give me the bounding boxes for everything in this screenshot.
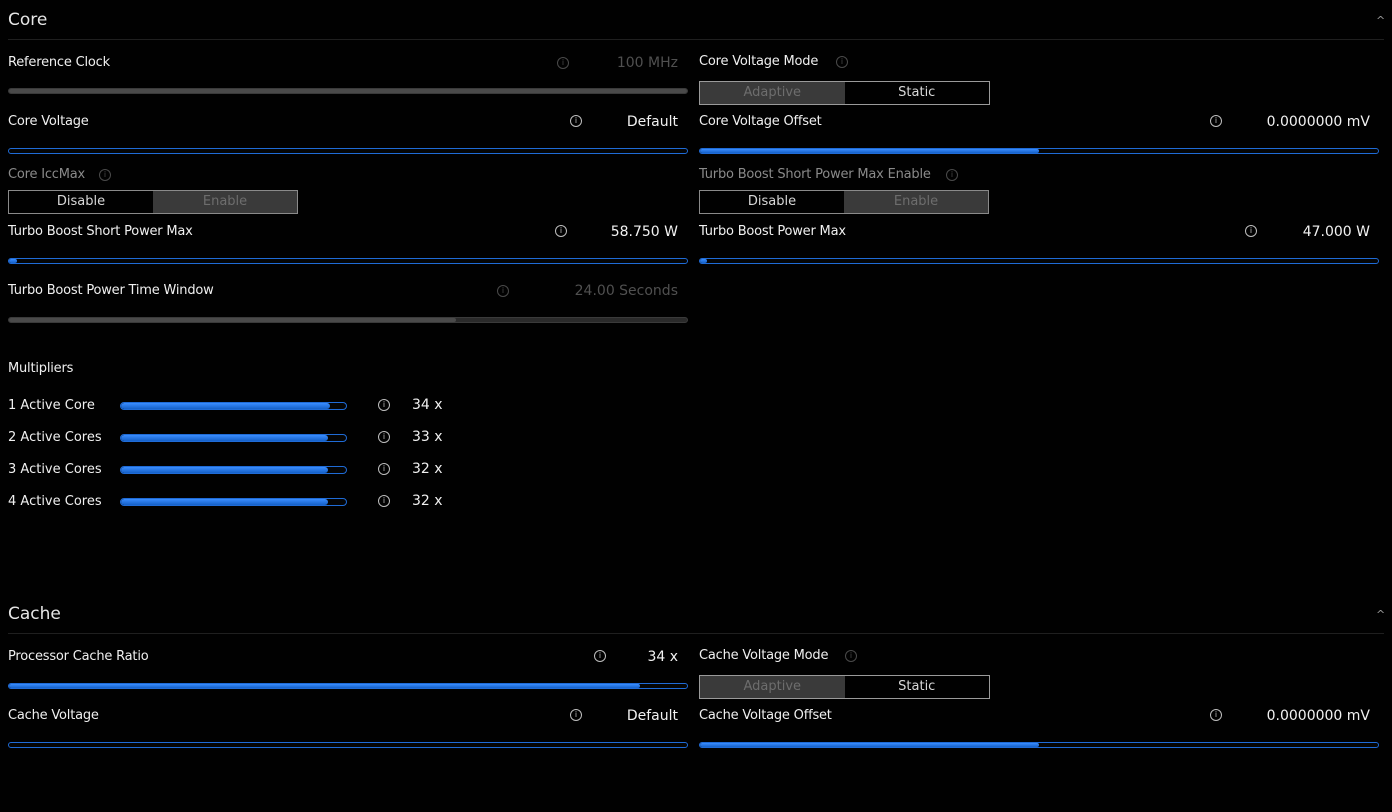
processor-cache-ratio-slider-fill bbox=[9, 684, 640, 688]
turbo-time-window-slider-fill bbox=[9, 318, 457, 322]
turbo-short-enable-info-icon[interactable]: i bbox=[946, 169, 958, 181]
multiplier-1-label: 1 Active Core bbox=[8, 398, 95, 413]
cache-voltage-offset-value: 0.0000000 mV bbox=[1266, 708, 1370, 724]
cache-voltage-mode-static[interactable]: Static bbox=[845, 676, 990, 698]
core-voltage-info-icon[interactable]: i bbox=[570, 115, 582, 127]
cache-section-divider bbox=[8, 633, 1384, 634]
cache-voltage-mode-toggle[interactable]: Adaptive Static bbox=[699, 675, 990, 699]
cache-voltage-offset-slider[interactable] bbox=[699, 742, 1379, 748]
multiplier-2-label: 2 Active Cores bbox=[8, 430, 102, 445]
cache-voltage-offset-info-icon[interactable]: i bbox=[1210, 709, 1222, 721]
multiplier-2-slider-fill bbox=[121, 435, 328, 441]
cache-voltage-info-icon[interactable]: i bbox=[570, 709, 582, 721]
core-voltage-offset-slider[interactable] bbox=[699, 148, 1379, 154]
reference-clock-slider[interactable] bbox=[8, 88, 688, 94]
multiplier-3-slider[interactable] bbox=[120, 466, 347, 474]
cache-voltage-offset-slider-fill bbox=[700, 743, 1039, 747]
multiplier-4-value: 32 x bbox=[412, 493, 443, 509]
turbo-short-enable-enable[interactable]: Enable bbox=[844, 191, 988, 213]
cache-voltage-label: Cache Voltage bbox=[8, 708, 99, 723]
core-voltage-offset-slider-fill bbox=[700, 149, 1039, 153]
core-voltage-slider[interactable] bbox=[8, 148, 688, 154]
multiplier-1-info-icon[interactable]: i bbox=[378, 399, 390, 411]
core-voltage-label: Core Voltage bbox=[8, 114, 89, 129]
core-voltage-mode-adaptive[interactable]: Adaptive bbox=[700, 82, 845, 104]
multiplier-3-slider-fill bbox=[121, 467, 328, 473]
turbo-time-window-label: Turbo Boost Power Time Window bbox=[8, 283, 214, 298]
processor-cache-ratio-info-icon[interactable]: i bbox=[594, 650, 606, 662]
turbo-short-enable-disable[interactable]: Disable bbox=[700, 191, 844, 213]
core-voltage-offset-label: Core Voltage Offset bbox=[699, 114, 822, 129]
core-section-divider bbox=[8, 39, 1384, 40]
multiplier-1-slider[interactable] bbox=[120, 402, 347, 410]
reference-clock-label: Reference Clock bbox=[8, 55, 110, 70]
turbo-power-max-slider-fill bbox=[700, 259, 707, 263]
multiplier-4-slider[interactable] bbox=[120, 498, 347, 506]
core-iccmax-label: Core IccMax bbox=[8, 167, 86, 182]
cache-section-title: Cache bbox=[8, 604, 61, 624]
turbo-short-power-max-slider[interactable] bbox=[8, 258, 688, 264]
cache-voltage-mode-info-icon[interactable]: i bbox=[845, 650, 857, 662]
turbo-short-power-max-label: Turbo Boost Short Power Max bbox=[8, 224, 193, 239]
processor-cache-ratio-slider[interactable] bbox=[8, 683, 688, 689]
turbo-short-power-max-value: 58.750 W bbox=[610, 224, 678, 240]
multiplier-1-value: 34 x bbox=[412, 397, 443, 413]
core-voltage-mode-info-icon[interactable]: i bbox=[836, 56, 848, 68]
reference-clock-value: 100 MHz bbox=[616, 55, 678, 71]
cache-voltage-offset-label: Cache Voltage Offset bbox=[699, 708, 832, 723]
processor-cache-ratio-value: 34 x bbox=[647, 649, 678, 665]
turbo-power-max-slider[interactable] bbox=[699, 258, 1379, 264]
turbo-power-max-info-icon[interactable]: i bbox=[1245, 225, 1257, 237]
turbo-short-power-max-slider-fill bbox=[9, 259, 18, 263]
core-voltage-mode-static[interactable]: Static bbox=[845, 82, 990, 104]
cache-voltage-slider[interactable] bbox=[8, 742, 688, 748]
turbo-time-window-slider[interactable] bbox=[8, 317, 688, 323]
cache-voltage-value: Default bbox=[626, 708, 678, 724]
turbo-time-window-info-icon[interactable]: i bbox=[497, 285, 509, 297]
multiplier-2-slider[interactable] bbox=[120, 434, 347, 442]
core-voltage-offset-value: 0.0000000 mV bbox=[1266, 114, 1370, 130]
core-voltage-offset-info-icon[interactable]: i bbox=[1210, 115, 1222, 127]
core-collapse-chevron-icon[interactable]: ^ bbox=[1376, 14, 1385, 27]
core-iccmax-disable[interactable]: Disable bbox=[9, 191, 153, 213]
core-iccmax-toggle[interactable]: Disable Enable bbox=[8, 190, 298, 214]
core-section-title: Core bbox=[8, 10, 48, 30]
multiplier-3-value: 32 x bbox=[412, 461, 443, 477]
core-voltage-mode-toggle[interactable]: Adaptive Static bbox=[699, 81, 990, 105]
core-voltage-value: Default bbox=[626, 114, 678, 130]
core-iccmax-info-icon[interactable]: i bbox=[99, 169, 111, 181]
cache-collapse-chevron-icon[interactable]: ^ bbox=[1376, 608, 1385, 621]
cache-voltage-mode-label: Cache Voltage Mode bbox=[699, 648, 829, 663]
turbo-short-power-max-info-icon[interactable]: i bbox=[555, 225, 567, 237]
multiplier-3-info-icon[interactable]: i bbox=[378, 463, 390, 475]
multiplier-3-label: 3 Active Cores bbox=[8, 462, 102, 477]
processor-cache-ratio-label: Processor Cache Ratio bbox=[8, 649, 149, 664]
core-voltage-mode-label: Core Voltage Mode bbox=[699, 54, 819, 69]
multiplier-2-info-icon[interactable]: i bbox=[378, 431, 390, 443]
multiplier-2-value: 33 x bbox=[412, 429, 443, 445]
reference-clock-info-icon[interactable]: i bbox=[557, 57, 569, 69]
multipliers-title: Multipliers bbox=[8, 361, 74, 376]
cache-voltage-mode-adaptive[interactable]: Adaptive bbox=[700, 676, 845, 698]
core-iccmax-enable[interactable]: Enable bbox=[153, 191, 297, 213]
turbo-time-window-value: 24.00 Seconds bbox=[574, 283, 678, 299]
turbo-power-max-label: Turbo Boost Power Max bbox=[699, 224, 846, 239]
reference-clock-slider-fill bbox=[9, 89, 687, 93]
turbo-power-max-value: 47.000 W bbox=[1302, 224, 1370, 240]
turbo-short-enable-label: Turbo Boost Short Power Max Enable bbox=[699, 167, 931, 182]
multiplier-4-slider-fill bbox=[121, 499, 328, 505]
multiplier-4-info-icon[interactable]: i bbox=[378, 495, 390, 507]
multiplier-4-label: 4 Active Cores bbox=[8, 494, 102, 509]
multiplier-1-slider-fill bbox=[121, 403, 331, 409]
turbo-short-enable-toggle[interactable]: Disable Enable bbox=[699, 190, 989, 214]
